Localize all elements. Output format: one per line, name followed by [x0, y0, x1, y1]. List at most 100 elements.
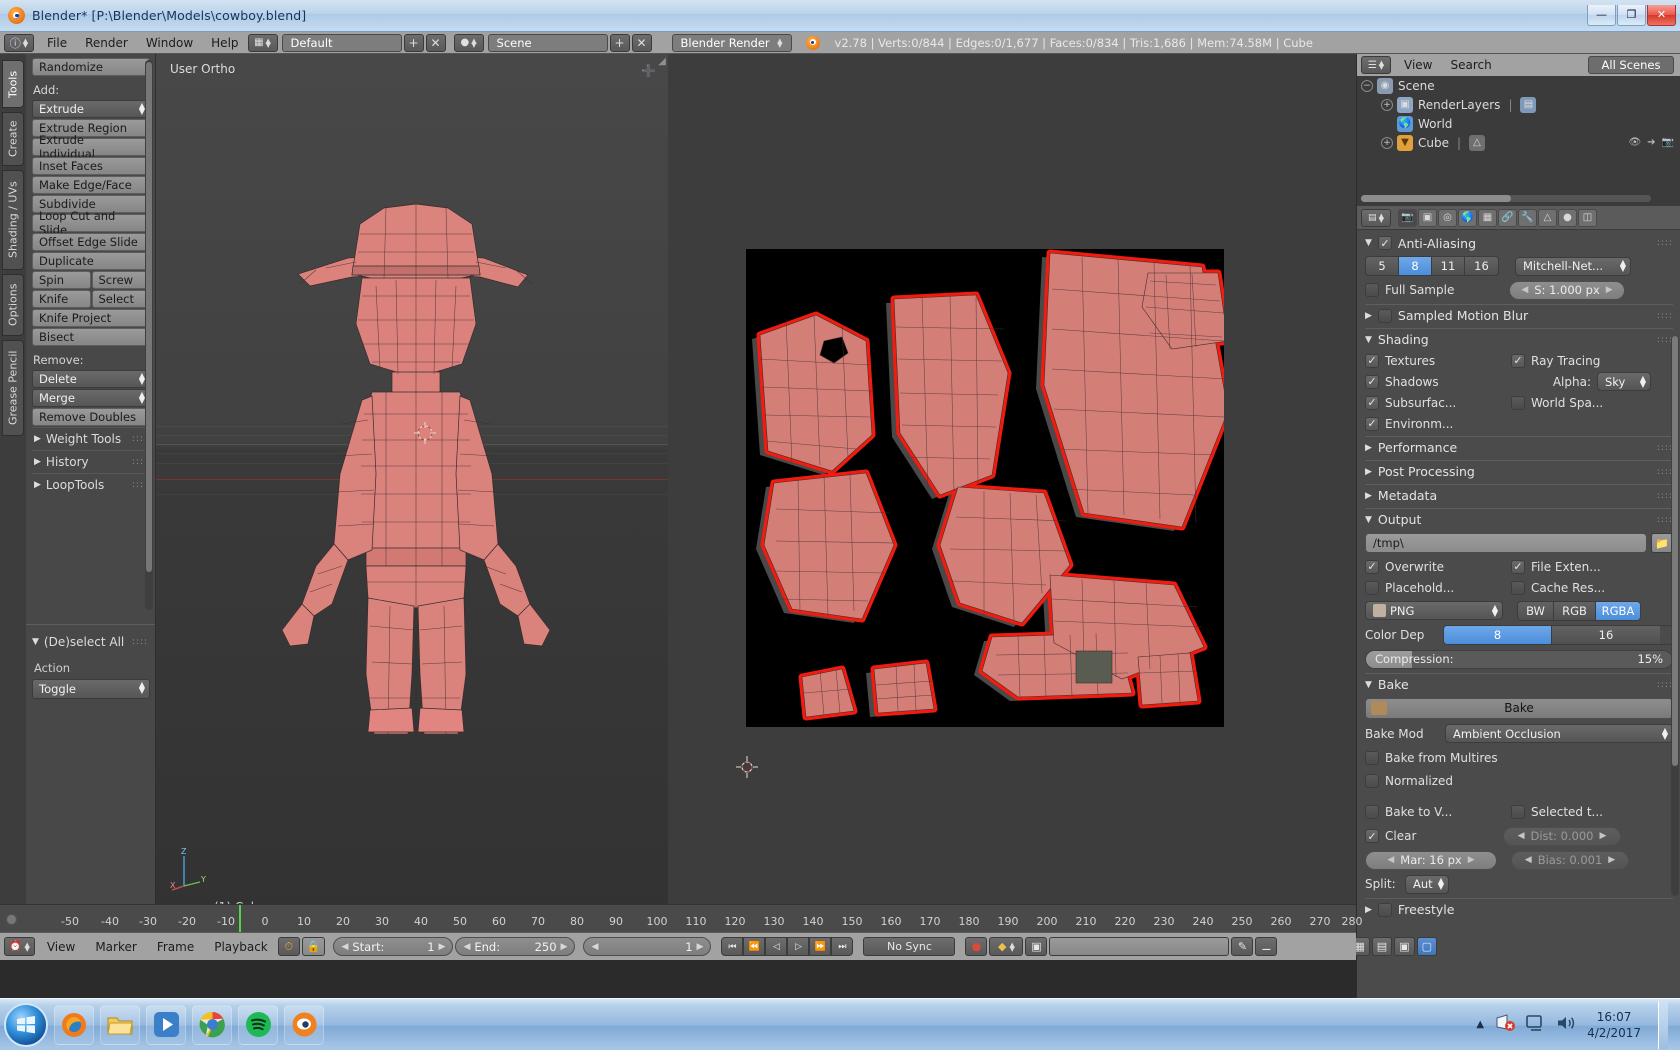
placeholders-checkbox[interactable]: ✓	[1365, 580, 1379, 595]
add-scene-button[interactable]: +	[609, 33, 630, 52]
tool-offset-edge-slide[interactable]: Offset Edge Slide	[32, 233, 150, 251]
section-sampled-motion-blur[interactable]: ▶ ✓ Sampled Motion Blur ::::	[1365, 304, 1673, 326]
volume-icon[interactable]	[1556, 1014, 1576, 1035]
play-reverse-button[interactable]: ◁	[765, 937, 788, 956]
jump-to-end-button[interactable]: ⏭	[831, 937, 854, 956]
tool-knife[interactable]: Knife	[32, 290, 91, 308]
delete-screen-button[interactable]: ✕	[425, 33, 446, 52]
chevron-right-icon[interactable]: ▶	[1606, 285, 1613, 295]
aa-sample-5[interactable]: 5	[1366, 257, 1399, 275]
output-format-dropdown[interactable]: PNG ▲ ▼	[1365, 601, 1503, 620]
compression-slider[interactable]: Compression: 15%	[1365, 649, 1673, 669]
constraints-tab-icon[interactable]: 🔗	[1498, 208, 1517, 227]
outliner-row-scene[interactable]: − ◉ Scene	[1357, 76, 1680, 95]
selected-to-active-checkbox[interactable]: ✓	[1511, 805, 1525, 819]
section-metadata[interactable]: ▶ Metadata ::::	[1365, 484, 1673, 506]
tool-delete[interactable]: Delete ▲ ▼	[32, 370, 150, 388]
next-keyframe-button[interactable]: ⏩	[809, 937, 832, 956]
color-depth-8[interactable]: 8	[1444, 626, 1552, 644]
outliner-menu-search[interactable]: Search	[1441, 55, 1500, 75]
split-dropdown[interactable]: Aut ▲ ▼	[1405, 874, 1449, 894]
render-engine-dropdown[interactable]: Blender Render ▲ ▼	[671, 33, 792, 52]
chevron-right-icon[interactable]: ▶	[439, 942, 446, 952]
color-depth-16[interactable]: 16	[1552, 626, 1660, 644]
show-desktop-button[interactable]	[1658, 1000, 1668, 1049]
chevron-right-icon[interactable]: ▶	[697, 942, 704, 952]
network-error-icon[interactable]	[1495, 1014, 1516, 1035]
timeline-scroll-knob[interactable]	[6, 914, 17, 925]
explorer-icon[interactable]	[100, 1004, 140, 1045]
outliner-menu-view[interactable]: View	[1395, 55, 1441, 75]
section-post-processing[interactable]: ▶ Post Processing ::::	[1365, 460, 1673, 482]
textures-checkbox[interactable]: ✓	[1365, 353, 1379, 368]
uv-texture-canvas[interactable]	[746, 249, 1224, 727]
modifiers-tab-icon[interactable]: 🔧	[1518, 208, 1537, 227]
chevron-left-icon[interactable]: ◀	[341, 942, 348, 952]
play-button[interactable]: ▷	[787, 937, 810, 956]
viewport-3d[interactable]: User Ortho (1) Cube ➕ ◢	[156, 54, 668, 934]
chrome-icon[interactable]	[192, 1004, 232, 1045]
tab-tools[interactable]: Tools	[2, 60, 24, 108]
panel-weight-tools[interactable]: ▶ Weight Tools ::::	[32, 427, 150, 450]
tab-shading-uvs[interactable]: Shading / UVs	[2, 170, 24, 270]
keying-add-icon[interactable]: ▣	[1025, 937, 1048, 956]
info-editor-icon[interactable]: ⓘ ▲ ▼	[4, 33, 34, 52]
chevron-left-icon[interactable]: ◀	[1387, 855, 1394, 865]
properties-scrollbar[interactable]	[1671, 336, 1679, 896]
rec-icon[interactable]: ●	[965, 937, 988, 956]
overwrite-checkbox[interactable]: ✓	[1365, 559, 1379, 574]
scene-tab-icon[interactable]: ◎	[1438, 208, 1457, 227]
world-space-checkbox[interactable]: ✓	[1511, 395, 1525, 410]
timeline-ruler[interactable]: -50 -40 -30 -20 -10 0 10 20 30 40 50 60 …	[0, 904, 1363, 933]
color-mode-segmented[interactable]: BW RGB RGBA	[1517, 600, 1641, 621]
aa-filter-dropdown[interactable]: Mitchell-Net... ▲ ▼	[1515, 256, 1631, 276]
chevron-left-icon[interactable]: ◀	[1525, 855, 1532, 865]
chevron-right-icon[interactable]: ▶	[1600, 831, 1607, 841]
subsurface-checkbox[interactable]: ✓	[1365, 395, 1379, 410]
outliner-display-mode-value[interactable]: All Scenes	[1588, 56, 1674, 74]
tool-make-edge-face[interactable]: Make Edge/Face	[32, 176, 150, 194]
normalized-checkbox[interactable]: ✓	[1365, 773, 1379, 788]
chevron-right-icon[interactable]: ▶	[561, 942, 568, 952]
cache-result-checkbox[interactable]: ✓	[1511, 580, 1525, 595]
bake-margin-field[interactable]: ◀ Mar: 16 px ▶	[1365, 850, 1497, 870]
alpha-dropdown[interactable]: Sky ▲ ▼	[1597, 372, 1651, 391]
blender-icon[interactable]	[284, 1004, 324, 1045]
tool-extrude-individual[interactable]: Extrude Individual	[32, 133, 150, 161]
tool-loop-cut-and-slide[interactable]: Loop Cut and Slide	[32, 209, 150, 237]
renderlayer-item-icon[interactable]: ▤	[1520, 96, 1537, 113]
chevron-left-icon[interactable]: ◀	[1521, 285, 1528, 295]
collapse-toggle-icon[interactable]: −	[1361, 79, 1373, 92]
texture-tab-icon[interactable]: ◫	[1578, 208, 1597, 227]
anti-aliasing-checkbox[interactable]: ✓	[1377, 236, 1392, 250]
color-mode-rgba[interactable]: RGBA	[1596, 601, 1640, 620]
tab-options[interactable]: Options	[2, 274, 24, 336]
media-player-icon[interactable]	[146, 1004, 186, 1045]
current-frame-field[interactable]: ◀ 1 ▶	[583, 937, 712, 956]
freestyle-checkbox[interactable]: ✓	[1377, 902, 1392, 917]
chevron-right-icon[interactable]: ▶	[1468, 855, 1475, 865]
clear-checkbox[interactable]: ✓	[1365, 829, 1379, 843]
outliner-display-mode[interactable]: All Scenes	[1588, 56, 1680, 74]
tool-inset-faces[interactable]: Inset Faces	[32, 157, 150, 175]
section-anti-aliasing[interactable]: ▼ ✓ Anti-Aliasing ::::	[1365, 232, 1673, 254]
uv-island-icon[interactable]: ▢	[1416, 937, 1437, 956]
color-mode-bw[interactable]: BW	[1518, 601, 1554, 620]
record-icon[interactable]: ⏱	[277, 937, 300, 956]
previous-keyframe-button[interactable]: ⏪	[743, 937, 766, 956]
lock-icon[interactable]: 🔒	[301, 937, 326, 956]
jump-to-start-button[interactable]: ⏮	[721, 937, 744, 956]
screen-layout-field[interactable]: Default	[281, 33, 402, 52]
viewport-resize-grip-icon[interactable]: ◢	[658, 56, 666, 67]
menu-file[interactable]: File	[38, 33, 76, 53]
tool-spin[interactable]: Spin	[32, 271, 91, 289]
folder-icon[interactable]: 📁	[1651, 533, 1673, 553]
outliner-row-world[interactable]: 🌎 World	[1357, 114, 1680, 133]
expand-toggle-icon[interactable]: +	[1381, 98, 1393, 111]
timeline-editor-icon[interactable]: ⏰ ▲ ▼	[4, 937, 35, 956]
section-performance[interactable]: ▶ Performance ::::	[1365, 436, 1673, 458]
end-frame-field[interactable]: ◀ End: 250 ▶	[455, 937, 576, 956]
start-orb-icon[interactable]	[4, 1002, 48, 1047]
panel-looptools[interactable]: ▶ LoopTools ::::	[32, 473, 150, 496]
world-tab-icon[interactable]: 🌎	[1458, 208, 1477, 227]
